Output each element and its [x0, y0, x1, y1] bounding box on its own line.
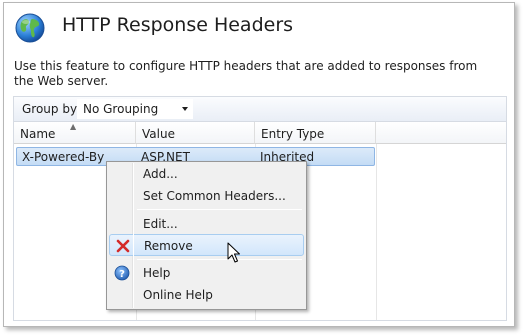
help-icon: ?: [114, 265, 130, 281]
context-menu: Add... Set Common Headers... Edit... Rem…: [106, 161, 307, 310]
cell-name: X-Powered-By: [22, 150, 105, 164]
mouse-pointer-icon: [227, 242, 240, 263]
feature-description: Use this feature to configure HTTP heade…: [14, 59, 478, 88]
column-divider: [376, 144, 377, 320]
menu-item-set-common-headers[interactable]: Set Common Headers...: [109, 185, 304, 207]
chevron-down-icon: [182, 107, 188, 111]
feature-header: HTTP Response Headers: [4, 3, 514, 53]
group-by-label: Group by:: [22, 102, 81, 116]
group-by-value: No Grouping: [83, 102, 159, 116]
menu-separator: [137, 259, 302, 260]
menu-item-edit[interactable]: Edit...: [109, 213, 304, 235]
menu-item-add[interactable]: Add...: [109, 163, 304, 185]
sort-ascending-icon: ▲: [70, 122, 77, 131]
page-title: HTTP Response Headers: [62, 14, 294, 36]
menu-item-help[interactable]: ? Help: [109, 262, 304, 284]
menu-separator: [137, 209, 302, 210]
column-header-value[interactable]: Value: [136, 122, 255, 144]
svg-text:?: ?: [119, 269, 125, 280]
column-header-entry-type[interactable]: Entry Type: [255, 122, 376, 144]
remove-x-icon: [116, 239, 130, 253]
column-header-name[interactable]: ▲ Name: [14, 122, 136, 144]
menu-item-online-help[interactable]: Online Help: [109, 284, 304, 306]
group-by-dropdown[interactable]: No Grouping: [77, 99, 193, 119]
column-header-empty: [376, 122, 506, 144]
globe-icon: [15, 13, 45, 43]
menu-item-remove[interactable]: Remove: [109, 234, 304, 256]
group-by-toolbar: Group by: No Grouping: [13, 96, 507, 121]
